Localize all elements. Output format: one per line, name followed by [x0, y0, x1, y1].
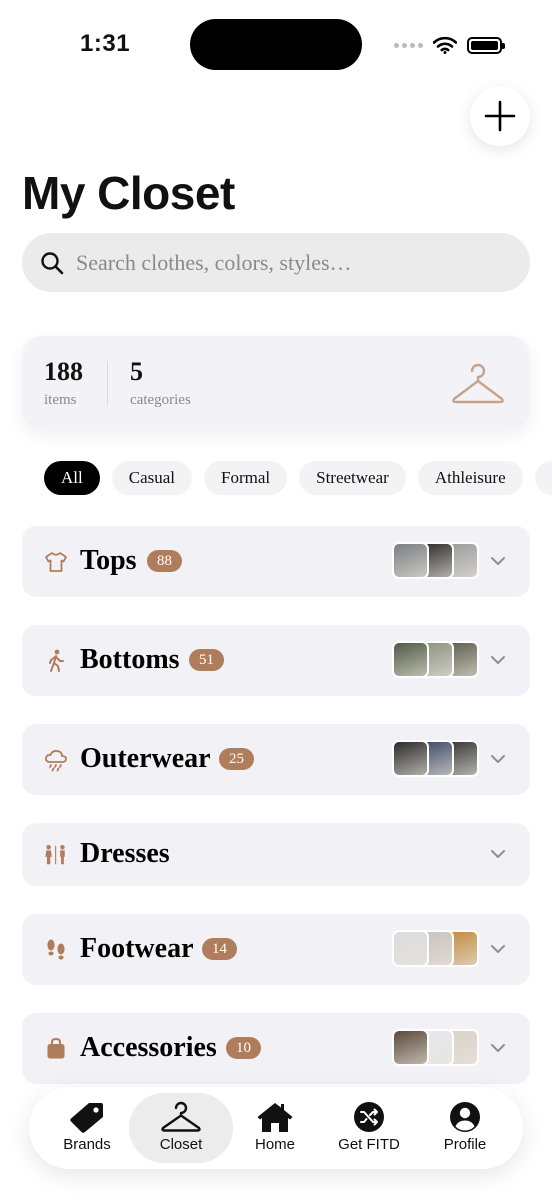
- category-name: Outerwear: [80, 743, 211, 774]
- filter-chip-streetwear[interactable]: Streetwear: [299, 461, 406, 495]
- status-time: 1:31: [80, 30, 131, 57]
- tab-profile[interactable]: Profile: [413, 1093, 517, 1163]
- add-item-button[interactable]: [470, 86, 530, 146]
- tab-label: Closet: [159, 1136, 203, 1153]
- items-label: items: [44, 392, 77, 408]
- people-icon: [44, 843, 68, 867]
- closet-stats-card: 188 items 5 categories: [22, 336, 530, 430]
- status-bar: 1:31: [0, 0, 552, 90]
- person-circle-icon: [450, 1102, 480, 1132]
- chevron-down-icon: [491, 557, 505, 565]
- category-tops[interactable]: Tops 88: [22, 526, 530, 597]
- cellular-signal-icon: [394, 42, 423, 48]
- shuffle-icon: [354, 1102, 384, 1132]
- battery-icon: [467, 36, 505, 54]
- plus-icon: [484, 100, 516, 132]
- items-stat: 188 items: [44, 358, 83, 409]
- category-name: Dresses: [80, 838, 170, 869]
- hanger-icon: [452, 363, 504, 404]
- tab-label: Home: [254, 1136, 295, 1153]
- filter-chip-formal[interactable]: Formal: [204, 461, 288, 495]
- bottom-tab-bar: Brands Closet Home Get FITD Profile: [29, 1087, 523, 1169]
- item-thumbnail: [392, 740, 429, 777]
- category-footwear[interactable]: Footwear 14: [22, 914, 530, 985]
- category-count-badge: 51: [189, 649, 224, 671]
- category-accessories[interactable]: Accessories 10: [22, 1013, 530, 1084]
- item-thumbnail: [392, 1029, 429, 1066]
- category-bottoms[interactable]: Bottoms 51: [22, 625, 530, 696]
- chevron-down-icon: [491, 755, 505, 763]
- search-input[interactable]: [76, 249, 496, 276]
- categories-stat: 5 categories: [130, 358, 191, 409]
- filter-chip-casual[interactable]: Casual: [111, 461, 193, 495]
- tab-label: Get FITD: [338, 1136, 400, 1153]
- filter-chip-athleisure[interactable]: Athleisure: [417, 461, 523, 495]
- category-thumbnails: [392, 930, 479, 967]
- category-name: Tops: [80, 545, 137, 576]
- items-count: 188: [44, 357, 83, 386]
- category-outerwear[interactable]: Outerwear 25: [22, 724, 530, 795]
- category-name: Bottoms: [80, 644, 180, 675]
- tag-icon: [70, 1103, 103, 1133]
- category-thumbnails: [392, 641, 479, 678]
- category-thumbnails: [392, 542, 479, 579]
- category-thumbnails: [392, 740, 479, 777]
- tab-closet[interactable]: Closet: [129, 1093, 233, 1163]
- filter-chip-more[interactable]: [534, 461, 552, 495]
- tab-get-fitd[interactable]: Get FITD: [317, 1093, 421, 1163]
- walking-figure-icon: [44, 649, 68, 673]
- bag-icon: [44, 1037, 68, 1061]
- wifi-icon: [433, 36, 457, 54]
- category-name: Footwear: [80, 933, 194, 964]
- chevron-down-icon: [491, 1044, 505, 1052]
- tshirt-icon: [44, 550, 68, 574]
- footprints-icon: [44, 938, 68, 962]
- item-thumbnail: [392, 930, 429, 967]
- filter-chip-all[interactable]: All: [44, 461, 100, 495]
- tab-home[interactable]: Home: [223, 1093, 327, 1163]
- page-title: My Closet: [22, 167, 235, 219]
- dynamic-island: [190, 19, 362, 70]
- categories-count: 5: [130, 357, 143, 386]
- tab-label: Profile: [443, 1136, 487, 1153]
- search-bar[interactable]: [22, 233, 530, 292]
- category-dresses[interactable]: Dresses: [22, 823, 530, 886]
- categories-label: categories: [130, 392, 191, 408]
- item-thumbnail: [392, 641, 429, 678]
- category-count-badge: 88: [147, 550, 182, 572]
- item-thumbnail: [392, 542, 429, 579]
- category-count-badge: 25: [219, 748, 254, 770]
- search-icon: [41, 251, 64, 274]
- chevron-down-icon: [491, 945, 505, 953]
- tab-brands[interactable]: Brands: [35, 1093, 139, 1163]
- hanger-icon: [161, 1101, 201, 1132]
- chevron-down-icon: [491, 656, 505, 664]
- chevron-down-icon: [491, 850, 505, 858]
- house-icon: [257, 1103, 293, 1132]
- tab-label: Brands: [63, 1136, 111, 1153]
- cloud-rain-icon: [44, 748, 68, 772]
- status-indicators: [394, 34, 505, 56]
- category-thumbnails: [392, 1029, 479, 1066]
- filter-chips: All Casual Formal Streetwear Athleisure: [44, 461, 552, 497]
- stats-divider: [107, 361, 108, 405]
- category-count-badge: 10: [226, 1037, 261, 1059]
- category-count-badge: 14: [202, 938, 237, 960]
- category-name: Accessories: [80, 1032, 217, 1063]
